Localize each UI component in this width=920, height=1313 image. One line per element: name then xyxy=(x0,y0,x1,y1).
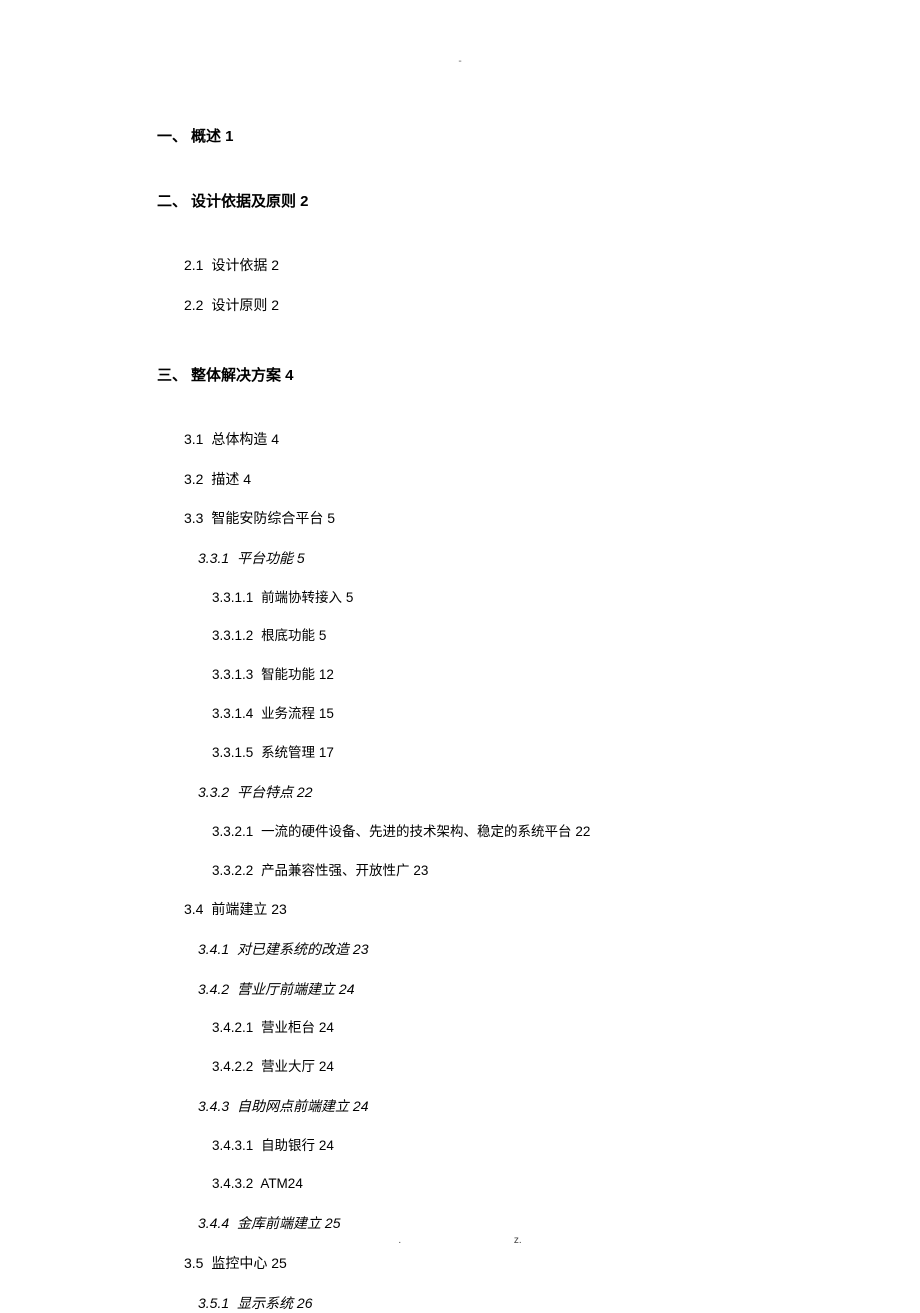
toc-num: 一、 xyxy=(157,128,187,145)
toc-entry-l2: 2.2 设计原则 2 xyxy=(184,296,840,316)
toc-entry-l2: 3.1 总体构造 4 xyxy=(184,430,840,450)
toc-title: 营业大厅 24 xyxy=(261,1059,334,1074)
toc-num: 3.4.3.1 xyxy=(212,1138,253,1153)
toc-title: 监控中心 25 xyxy=(211,1255,286,1271)
toc-entry-l4: 3.3.1.3 智能功能 12 xyxy=(212,666,840,685)
toc-title: 前端建立 23 xyxy=(211,901,286,917)
toc-title: 平台特点 22 xyxy=(237,784,312,800)
toc-num: 3.3.2.2 xyxy=(212,863,253,878)
toc-title: 总体构造 4 xyxy=(211,431,279,447)
toc-num: 3.3.1.2 xyxy=(212,628,253,643)
toc-entry-l3: 3.4.4 金库前端建立 25 xyxy=(198,1214,840,1234)
toc-title: 整体解决方案 4 xyxy=(191,367,294,384)
toc-entry-l4: 3.4.2.1 营业柜台 24 xyxy=(212,1019,840,1038)
toc-entry-l4: 3.4.3.1 自助银行 24 xyxy=(212,1137,840,1156)
toc-entry-l4: 3.3.1.1 前端协转接入 5 xyxy=(212,589,840,608)
toc-num: 3.3.1.4 xyxy=(212,706,253,721)
toc-entry-l4: 3.4.3.2 ATM24 xyxy=(212,1175,840,1194)
toc-title: ATM24 xyxy=(260,1176,303,1191)
toc-title: 对已建系统的改造 23 xyxy=(237,941,368,957)
toc-num: 3.1 xyxy=(184,431,203,447)
toc-num: 3.2 xyxy=(184,471,203,487)
toc-entry-l2: 3.4 前端建立 23 xyxy=(184,900,840,920)
toc-num: 3.3.2 xyxy=(198,784,229,800)
toc-entry-l4: 3.3.1.5 系统管理 17 xyxy=(212,744,840,763)
toc-title: 产品兼容性强、开放性广 23 xyxy=(261,863,428,878)
toc-num: 3.3.2.1 xyxy=(212,824,253,839)
toc-title: 平台功能 5 xyxy=(237,550,305,566)
toc-entry-h1: 三、整体解决方案 4 xyxy=(157,365,840,386)
toc-num: 3.4.4 xyxy=(198,1215,229,1231)
toc-title: 业务流程 15 xyxy=(261,706,334,721)
toc-num: 3.3.1.5 xyxy=(212,745,253,760)
toc-title: 智能安防综合平台 5 xyxy=(211,510,335,526)
toc-title: 设计依据 2 xyxy=(211,257,279,273)
toc-entry-l4: 3.4.2.2 营业大厅 24 xyxy=(212,1058,840,1077)
toc-title: 设计依据及原则 2 xyxy=(191,193,309,210)
toc-num: 二、 xyxy=(157,193,187,210)
toc-title: 自助银行 24 xyxy=(261,1138,334,1153)
toc-entry-l3: 3.3.2 平台特点 22 xyxy=(198,783,840,803)
toc-entry-l3: 3.3.1 平台功能 5 xyxy=(198,549,840,569)
toc-num: 3.3.1 xyxy=(198,550,229,566)
toc-num: 3.3.1.1 xyxy=(212,590,253,605)
toc-title: 显示系统 26 xyxy=(237,1295,312,1311)
toc-entry-h1: 二、设计依据及原则 2 xyxy=(157,191,840,212)
toc-title: 概述 1 xyxy=(191,128,234,145)
toc-num: 3.3 xyxy=(184,510,203,526)
table-of-contents: 一、概述 1 二、设计依据及原则 2 2.1 设计依据 2 2.2 设计原则 2… xyxy=(157,126,840,1313)
toc-title: 根底功能 5 xyxy=(261,628,326,643)
toc-num: 三、 xyxy=(157,367,187,384)
toc-num: 3.4.2 xyxy=(198,981,229,997)
toc-title: 营业柜台 24 xyxy=(261,1020,334,1035)
toc-entry-l2: 2.1 设计依据 2 xyxy=(184,256,840,276)
toc-num: 3.4.3 xyxy=(198,1098,229,1114)
toc-entry-l4: 3.3.1.2 根底功能 5 xyxy=(212,627,840,646)
toc-title: 智能功能 12 xyxy=(261,667,334,682)
toc-num: 2.2 xyxy=(184,297,203,313)
toc-num: 2.1 xyxy=(184,257,203,273)
header-mark: - xyxy=(458,56,461,67)
toc-entry-l3: 3.5.1 显示系统 26 xyxy=(198,1294,840,1313)
toc-entry-l4: 3.3.1.4 业务流程 15 xyxy=(212,705,840,724)
toc-entry-l3: 3.4.1 对已建系统的改造 23 xyxy=(198,940,840,960)
footer-dot: . xyxy=(398,1235,401,1246)
toc-title: 系统管理 17 xyxy=(261,745,334,760)
toc-entry-l4: 3.3.2.1 一流的硬件设备、先进的技术架构、稳定的系统平台 22 xyxy=(212,823,840,842)
toc-title: 一流的硬件设备、先进的技术架构、稳定的系统平台 22 xyxy=(261,824,590,839)
toc-num: 3.4.2.2 xyxy=(212,1059,253,1074)
toc-entry-l4: 3.3.2.2 产品兼容性强、开放性广 23 xyxy=(212,862,840,881)
toc-title: 金库前端建立 25 xyxy=(237,1215,340,1231)
toc-title: 描述 4 xyxy=(211,471,251,487)
toc-entry-l2: 3.5 监控中心 25 xyxy=(184,1254,840,1274)
footer-z: z. xyxy=(514,1235,522,1246)
toc-num: 3.4.2.1 xyxy=(212,1020,253,1035)
toc-num: 3.4 xyxy=(184,901,203,917)
toc-entry-l2: 3.3 智能安防综合平台 5 xyxy=(184,509,840,529)
toc-title: 自助网点前端建立 24 xyxy=(237,1098,368,1114)
toc-num: 3.5.1 xyxy=(198,1295,229,1311)
toc-title: 营业厅前端建立 24 xyxy=(237,981,354,997)
toc-entry-l3: 3.4.2 营业厅前端建立 24 xyxy=(198,980,840,1000)
toc-entry-l2: 3.2 描述 4 xyxy=(184,470,840,490)
toc-num: 3.3.1.3 xyxy=(212,667,253,682)
toc-entry-l3: 3.4.3 自助网点前端建立 24 xyxy=(198,1097,840,1117)
toc-num: 3.5 xyxy=(184,1255,203,1271)
toc-num: 3.4.1 xyxy=(198,941,229,957)
toc-entry-h1: 一、概述 1 xyxy=(157,126,840,147)
toc-num: 3.4.3.2 xyxy=(212,1176,253,1191)
toc-title: 设计原则 2 xyxy=(211,297,279,313)
toc-title: 前端协转接入 5 xyxy=(261,590,353,605)
footer: . z. xyxy=(0,1235,920,1246)
